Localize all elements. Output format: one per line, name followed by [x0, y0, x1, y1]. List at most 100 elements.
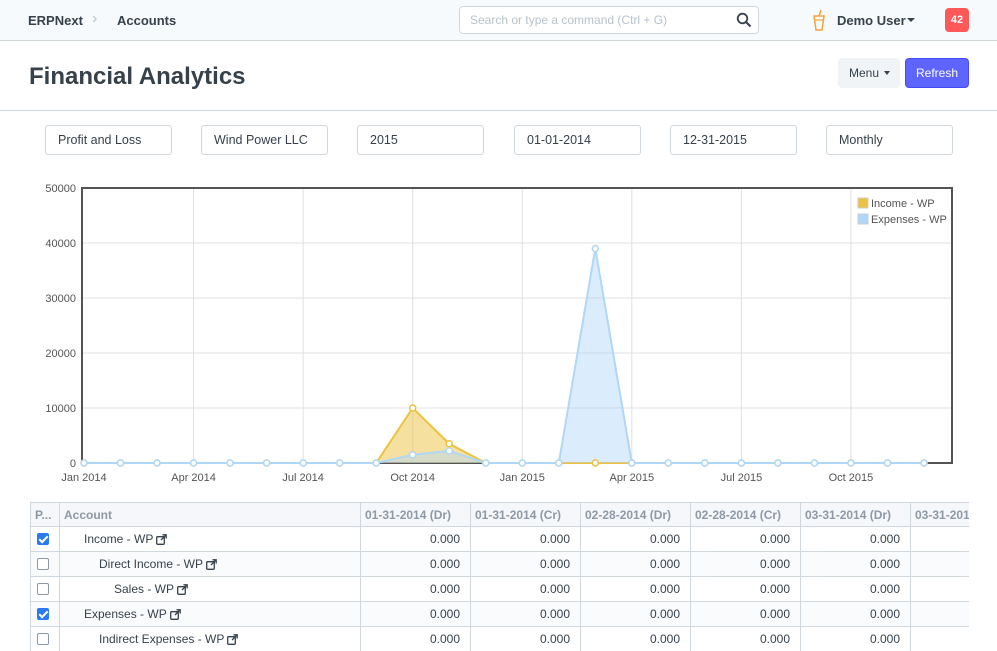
data-point — [226, 459, 234, 467]
data-point — [481, 459, 490, 467]
value-cell — [911, 627, 969, 651]
plot-checkbox[interactable] — [37, 558, 49, 570]
from-date-field[interactable]: 01-01-2014 — [514, 125, 641, 155]
value-cell: 0.000 — [691, 527, 801, 552]
value-cell: 0.000 — [801, 552, 911, 577]
data-point — [847, 459, 855, 467]
search-icon[interactable] — [736, 12, 752, 28]
legend-label: Expenses - WP — [871, 214, 947, 226]
series-line — [84, 406, 924, 464]
report-type-select[interactable]: Profit and Loss — [45, 125, 172, 155]
value-cell: 0.000 — [471, 527, 581, 552]
range-select[interactable]: Monthly — [826, 125, 953, 155]
value-cell — [911, 577, 969, 602]
value-cell — [911, 527, 969, 552]
plot-checkbox[interactable] — [37, 533, 49, 545]
open-link-icon[interactable] — [156, 534, 168, 546]
awesome-bar[interactable] — [459, 6, 759, 34]
data-point — [262, 459, 271, 467]
page-head: Financial Analytics Menu Refresh — [0, 41, 997, 111]
account-name[interactable]: Direct Income - WP — [99, 552, 217, 577]
account-cell: Sales - WP — [60, 577, 361, 602]
data-point — [591, 459, 600, 467]
notification-badge[interactable]: 42 — [945, 8, 969, 32]
x-tick-label: Jul 2014 — [282, 472, 324, 484]
account-name[interactable]: Sales - WP — [114, 577, 188, 602]
navbar: ERPNext › Accounts Demo User 42 — [0, 0, 997, 41]
legend-swatch — [857, 197, 869, 209]
open-link-icon[interactable] — [177, 584, 188, 596]
drink-cup-icon — [813, 9, 825, 31]
value-cell: 0.000 — [801, 527, 911, 552]
caret-down-icon[interactable] — [907, 18, 915, 22]
column-header[interactable]: Account — [60, 503, 361, 528]
account-cell: Direct Income - WP — [60, 552, 361, 577]
breadcrumb-chevron-icon: › — [92, 10, 98, 27]
account-name[interactable]: Expenses - WP — [84, 602, 181, 627]
table-row: Direct Income - WP 0.000 0.000 0.000 0.000 0.… — [31, 552, 969, 577]
value-cell: 0.000 — [581, 552, 691, 577]
fiscal-year-select[interactable]: 2015 — [357, 125, 484, 155]
user-menu[interactable]: Demo User — [837, 13, 906, 28]
plot-checkbox[interactable] — [37, 583, 49, 595]
caret-down-icon — [884, 71, 890, 75]
refresh-button[interactable]: Refresh — [905, 58, 969, 88]
column-header[interactable]: 01-31-2014 (Cr) — [471, 503, 581, 528]
data-point — [518, 459, 527, 467]
value-cell: 0.000 — [691, 552, 801, 577]
data-point — [408, 404, 417, 412]
data-point — [299, 459, 307, 467]
search-input[interactable] — [460, 7, 720, 33]
plot-checkbox-cell — [31, 602, 60, 627]
legend-swatch — [857, 213, 869, 225]
y-tick-label: 50000 — [45, 183, 76, 195]
y-tick-label: 20000 — [45, 348, 76, 360]
plot-checkbox[interactable] — [37, 608, 49, 620]
data-point — [445, 447, 453, 455]
value-cell: 0.000 — [361, 527, 471, 552]
financial-chart: 0 10000 20000 30000 40000 50000 Jan 2014 Apr 20… — [45, 183, 953, 484]
open-link-icon[interactable] — [227, 634, 239, 646]
data-point — [591, 244, 600, 253]
account-cell: Expenses - WP — [60, 602, 361, 627]
account-cell: Indirect Expenses - WP — [60, 627, 361, 651]
value-cell: 0.000 — [691, 577, 801, 602]
plot-checkbox-cell — [31, 527, 60, 552]
plot-checkbox[interactable] — [37, 633, 49, 645]
table-row: Indirect Expenses - WP 0.000 0.000 0.000 0.0… — [31, 627, 969, 651]
data-point — [80, 459, 88, 467]
open-link-icon[interactable] — [206, 559, 217, 571]
to-date-field[interactable]: 12-31-2015 — [670, 125, 797, 155]
data-point — [445, 440, 453, 448]
data-point — [153, 459, 161, 467]
data-grid: P... Account 01-31-2014 (Dr) 01-31-2014 (Cr… — [30, 502, 969, 651]
x-tick-label: Apr 2014 — [171, 472, 216, 484]
column-header[interactable]: P... — [31, 503, 60, 528]
column-header[interactable]: 03-31-2014 (Cr) — [911, 503, 969, 528]
data-point — [628, 459, 636, 467]
y-tick-label: 40000 — [45, 238, 76, 250]
breadcrumb-app-link[interactable]: ERPNext — [28, 13, 83, 28]
series-area — [84, 248, 924, 463]
company-select[interactable]: Wind Power LLC — [201, 125, 328, 155]
open-link-icon[interactable] — [169, 609, 181, 621]
data-point — [737, 459, 746, 467]
value-cell: 0.000 — [801, 627, 911, 651]
value-cell: 0.000 — [361, 627, 471, 651]
account-name[interactable]: Indirect Expenses - WP — [99, 627, 239, 651]
column-header[interactable]: 02-28-2014 (Cr) — [691, 503, 801, 528]
grid-header-row: P... Account 01-31-2014 (Dr) 01-31-2014 (Cr… — [31, 502, 969, 528]
x-tick-label: Apr 2015 — [609, 472, 654, 484]
y-tick-label: 30000 — [45, 293, 76, 305]
data-point — [664, 459, 673, 467]
table-row: Expenses - WP 0.000 0.000 0.000 0.000 0.000 — [31, 602, 969, 627]
value-cell: 0.000 — [471, 602, 581, 627]
series-area — [84, 408, 924, 463]
column-header[interactable]: 01-31-2014 (Dr) — [361, 503, 471, 528]
data-point — [701, 459, 709, 467]
breadcrumb-accounts-link[interactable]: Accounts — [117, 13, 176, 28]
column-header[interactable]: 02-28-2014 (Dr) — [581, 503, 691, 528]
menu-button[interactable]: Menu — [838, 58, 900, 88]
account-name[interactable]: Income - WP — [84, 527, 168, 552]
column-header[interactable]: 03-31-2014 (Dr) — [801, 503, 911, 528]
